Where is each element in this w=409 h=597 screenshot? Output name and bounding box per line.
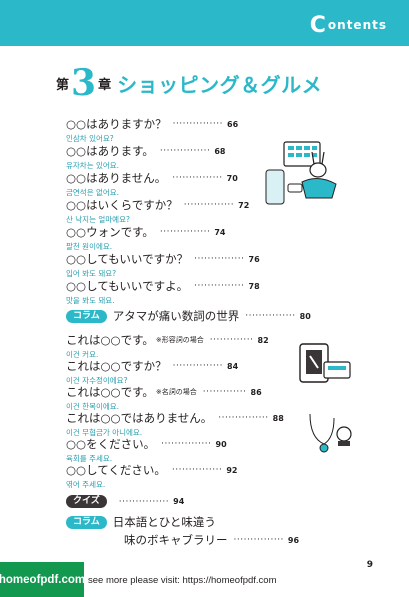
leader-dots: ··············· — [118, 496, 170, 507]
entry-note: ※形容詞の場合 — [155, 336, 204, 344]
quiz-entry[interactable]: クイズ ··············· 94 — [66, 495, 184, 508]
entry-page: 76 — [248, 254, 260, 264]
entry-page: 82 — [257, 335, 269, 345]
leader-dots: ··············· — [159, 146, 211, 156]
toc-entry[interactable]: ○○してもいいですか？ ··············· 76 입어 봐도 돼요? — [66, 251, 260, 279]
rabbit-head — [309, 162, 327, 178]
entry-note: ※名詞の場合 — [155, 388, 197, 396]
entry-page: 80 — [299, 311, 311, 321]
column-tag: コラム — [66, 515, 107, 529]
entry-title: ○○してもいいですか？ — [66, 252, 189, 266]
leader-dots: ··············· — [172, 361, 223, 371]
entry-title: ○○はありません。 — [66, 171, 167, 185]
entry-page: 86 — [250, 387, 262, 397]
leader-dots: ··············· — [172, 173, 223, 183]
entry-title: これは○○です。 — [66, 333, 154, 347]
leader-dots: ··············· — [194, 254, 245, 264]
toc-entry[interactable]: ○○してください。 ··············· 92 엮어 주세요. — [66, 462, 237, 490]
entry-page: 66 — [227, 119, 239, 129]
necklace — [309, 413, 335, 445]
entry-title: これは○○です。 — [66, 385, 154, 399]
toc-entry[interactable]: これは○○ですか？ ··············· 84 이건 자수정이에요? — [66, 358, 238, 386]
entry-korean: 엮어 주세요. — [66, 480, 106, 489]
leader-dots: ············· — [202, 387, 247, 397]
entry-title: ○○はいくらですか？ — [66, 198, 178, 212]
entry-title: ○○ウォンです。 — [66, 225, 154, 239]
entry-page: 88 — [272, 413, 284, 423]
leader-dots: ··············· — [218, 413, 269, 423]
toc-entry[interactable]: これは○○です。 ※形容詞の場合 ············· 82 이건 커요. — [66, 332, 269, 360]
toc-entry[interactable]: ○○してもいいですよ。 ··············· 78 맛을 봐도 돼요. — [66, 278, 260, 306]
chair — [265, 169, 285, 205]
entry-title: ○○はありますか？ — [66, 117, 167, 131]
toc-entry[interactable]: ○○はあります。 ··············· 68 유자차는 있어요. — [66, 143, 225, 171]
toc-entry[interactable]: これは○○です。 ※名詞の場合 ············· 86 이건 한복이에요. — [66, 384, 262, 412]
column-title-line1: 日本語とひと味違う — [112, 515, 216, 529]
entry-page: 84 — [227, 361, 239, 371]
column-tag: コラム — [66, 309, 107, 323]
entry-title: ○○はあります。 — [66, 144, 154, 158]
entry-title: ○○してもいいですよ。 — [66, 279, 189, 293]
leader-dots: ············· — [209, 335, 254, 345]
jewelry-illustration — [309, 413, 352, 453]
column-title: アタマが痛い数詞の世界 — [112, 309, 240, 323]
entry-page: 94 — [173, 497, 185, 506]
column-entry[interactable]: コラム アタマが痛い数詞の世界 ··············· 80 — [66, 308, 311, 324]
crystal-ball — [336, 426, 352, 442]
entry-title: ○○をください。 — [66, 437, 156, 451]
leader-dots: ··············· — [233, 535, 284, 545]
entry-page: 70 — [226, 173, 238, 183]
toc-entry[interactable]: ○○はいくらですか？ ··············· 72 산 낙지는 얼마예요? — [66, 197, 249, 225]
table — [301, 178, 337, 199]
page-number: 9 — [366, 560, 373, 570]
column-title-line2: 味のボキャブラリー — [124, 533, 228, 547]
leader-dots: ··············· — [171, 465, 223, 475]
watermark-visit-text[interactable]: see more please visit: https://homeofpdf… — [88, 575, 277, 586]
toc-entry[interactable]: ○○をください。 ··············· 90 육회를 주세요. — [66, 436, 227, 464]
toc-entry[interactable]: ○○はありません。 ··············· 70 금연석은 없어요. — [66, 170, 238, 198]
entry-title: これは○○ではありません。 — [66, 411, 213, 425]
entry-title: これは○○ですか？ — [66, 359, 167, 373]
entry-page: 72 — [238, 200, 250, 210]
leader-dots: ··············· — [245, 311, 296, 321]
entry-korean: 맛을 봐도 돼요. — [66, 296, 115, 305]
column-entry[interactable]: コラム 日本語とひと味違う 味のボキャブラリー ··············· 96 — [66, 514, 299, 548]
watermark-logo[interactable]: homeofpdf.com — [0, 562, 85, 597]
entry-page: 78 — [248, 281, 260, 291]
entry-page: 92 — [226, 465, 238, 475]
entry-page: 68 — [214, 146, 226, 156]
table-of-contents: ○○はありますか？ ··············· 66 인삼차 있어요? ○○はあ… — [0, 0, 409, 597]
leader-dots: ··············· — [172, 119, 223, 129]
toc-entry[interactable]: ○○ウォンです。 ··············· 74 팔천 원이에요. — [66, 224, 225, 252]
rabbit-cafe-illustration — [265, 141, 337, 205]
leader-dots: ··············· — [194, 281, 245, 291]
entry-page: 74 — [214, 227, 226, 237]
entry-page: 96 — [287, 535, 300, 545]
entry-page: 90 — [215, 439, 227, 449]
quiz-tag: クイズ — [66, 495, 107, 508]
leader-dots: ··············· — [183, 200, 235, 210]
entry-title: ○○してください。 — [66, 463, 166, 477]
device-illustration — [299, 343, 351, 383]
leader-dots: ··············· — [161, 439, 212, 449]
toc-entry[interactable]: これは○○ではありません。 ··············· 88 이건 무협금가 아… — [66, 410, 284, 438]
leader-dots: ··············· — [159, 227, 211, 237]
toc-entry[interactable]: ○○はありますか？ ··············· 66 인삼차 있어요? — [66, 116, 238, 144]
